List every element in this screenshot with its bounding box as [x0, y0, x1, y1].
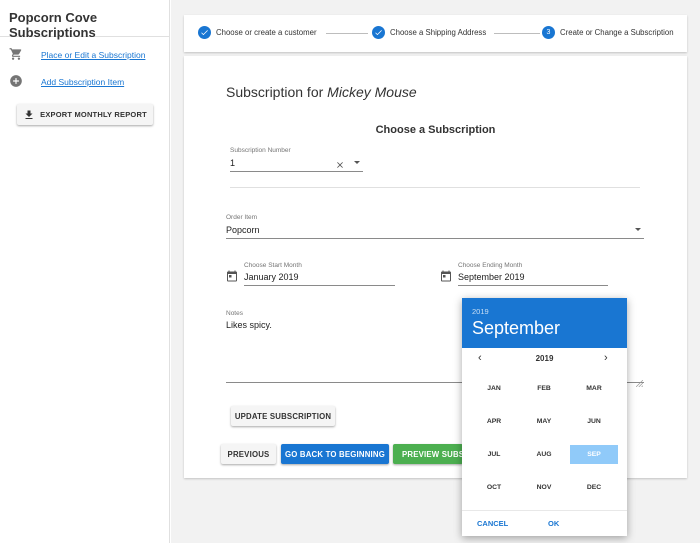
update-subscription-button[interactable]: UPDATE SUBSCRIPTION: [231, 406, 335, 426]
add-circle-icon: [9, 74, 23, 88]
subscription-number-select[interactable]: 1: [230, 158, 235, 168]
month-cell-jun[interactable]: JUN: [570, 412, 618, 431]
step-choose-customer[interactable]: Choose or create a customer: [198, 26, 317, 39]
ok-button[interactable]: OK: [548, 519, 559, 528]
month-cell-feb[interactable]: FEB: [520, 379, 568, 398]
month-picker-header: 2019 September: [462, 298, 627, 348]
go-back-to-beginning-button[interactable]: GO BACK TO BEGINNING: [281, 444, 389, 464]
cart-icon: [9, 47, 23, 61]
field-underline: [230, 171, 363, 172]
step-label: Create or Change a Subscription: [560, 28, 674, 37]
end-month-label: Choose Ending Month: [458, 262, 523, 269]
customer-name: Mickey Mouse: [327, 84, 417, 100]
picker-nav-year: 2019: [535, 354, 554, 363]
subscription-number-label: Subscription Number: [230, 147, 291, 154]
preview-subscription-button[interactable]: PREVIEW SUBSC: [393, 444, 463, 464]
order-item-label: Order Item: [226, 214, 258, 221]
picker-year-label[interactable]: 2019: [472, 307, 489, 316]
sidebar-item-label[interactable]: Add Subscription Item: [41, 77, 124, 87]
start-month-input[interactable]: January 2019: [244, 272, 299, 282]
calendar-icon[interactable]: [226, 269, 238, 287]
notes-textarea[interactable]: Likes spicy.: [226, 320, 272, 330]
sidebar-item-add-subscription-item[interactable]: Add Subscription Item: [0, 72, 170, 92]
notes-label: Notes: [226, 310, 243, 317]
field-underline: [458, 285, 608, 286]
order-item-select[interactable]: Popcorn: [226, 225, 260, 235]
divider: [230, 187, 640, 188]
sidebar-item-place-edit-subscription[interactable]: Place or Edit a Subscription: [0, 45, 170, 65]
check-icon: [198, 26, 211, 39]
month-cell-aug[interactable]: AUG: [520, 445, 568, 464]
month-cell-mar[interactable]: MAR: [570, 379, 618, 398]
month-cell-apr[interactable]: APR: [470, 412, 518, 431]
export-button-label: EXPORT MONTHLY REPORT: [40, 110, 147, 119]
cancel-button[interactable]: CANCEL: [477, 519, 508, 528]
calendar-icon[interactable]: [440, 269, 452, 287]
month-cell-sep[interactable]: SEP: [570, 445, 618, 464]
step-label: Choose or create a customer: [216, 28, 317, 37]
month-cell-oct[interactable]: OCT: [470, 478, 518, 497]
start-month-label: Choose Start Month: [244, 262, 302, 269]
download-icon: [25, 110, 33, 119]
previous-button[interactable]: PREVIOUS: [221, 444, 276, 464]
sidebar-item-label[interactable]: Place or Edit a Subscription: [41, 50, 145, 60]
month-cell-jul[interactable]: JUL: [470, 445, 518, 464]
step-shipping-address[interactable]: Choose a Shipping Address: [372, 26, 486, 39]
end-month-input[interactable]: September 2019: [458, 272, 525, 282]
chevron-down-icon[interactable]: [354, 161, 360, 164]
month-cell-nov[interactable]: NOV: [520, 478, 568, 497]
page-title-prefix: Subscription for: [226, 84, 328, 100]
chevron-right-icon[interactable]: ›: [604, 352, 608, 364]
stepper: Choose or create a customer Choose a Shi…: [184, 15, 687, 52]
sidebar: Popcorn Cove Subscriptions Place or Edit…: [0, 0, 170, 543]
picker-actions: CANCEL OK: [462, 510, 627, 536]
step-label: Choose a Shipping Address: [390, 28, 487, 37]
step-connector: [326, 33, 368, 34]
month-cell-dec[interactable]: DEC: [570, 478, 618, 497]
export-monthly-report-button[interactable]: EXPORT MONTHLY REPORT: [17, 104, 153, 125]
section-title: Choose a Subscription: [375, 124, 496, 136]
resize-handle-icon[interactable]: [635, 374, 644, 392]
step-create-subscription[interactable]: 3 Create or Change a Subscription: [542, 26, 674, 39]
check-icon: [372, 26, 385, 39]
page-title: Subscription for Mickey Mouse: [226, 84, 417, 100]
month-picker-dialog: 2019 September ‹ 2019 › JAN FEB MAR APR MAY J…: [462, 298, 627, 536]
chevron-down-icon[interactable]: [635, 228, 641, 231]
step-connector: [494, 33, 540, 34]
month-cell-jan[interactable]: JAN: [470, 379, 518, 398]
field-underline: [226, 238, 644, 239]
clear-icon[interactable]: [335, 157, 345, 175]
field-underline: [244, 285, 395, 286]
app-title: Popcorn Cove Subscriptions: [0, 0, 169, 40]
picker-selected-month: September: [472, 318, 561, 338]
step-number-badge: 3: [542, 26, 555, 39]
month-cell-may[interactable]: MAY: [520, 412, 568, 431]
